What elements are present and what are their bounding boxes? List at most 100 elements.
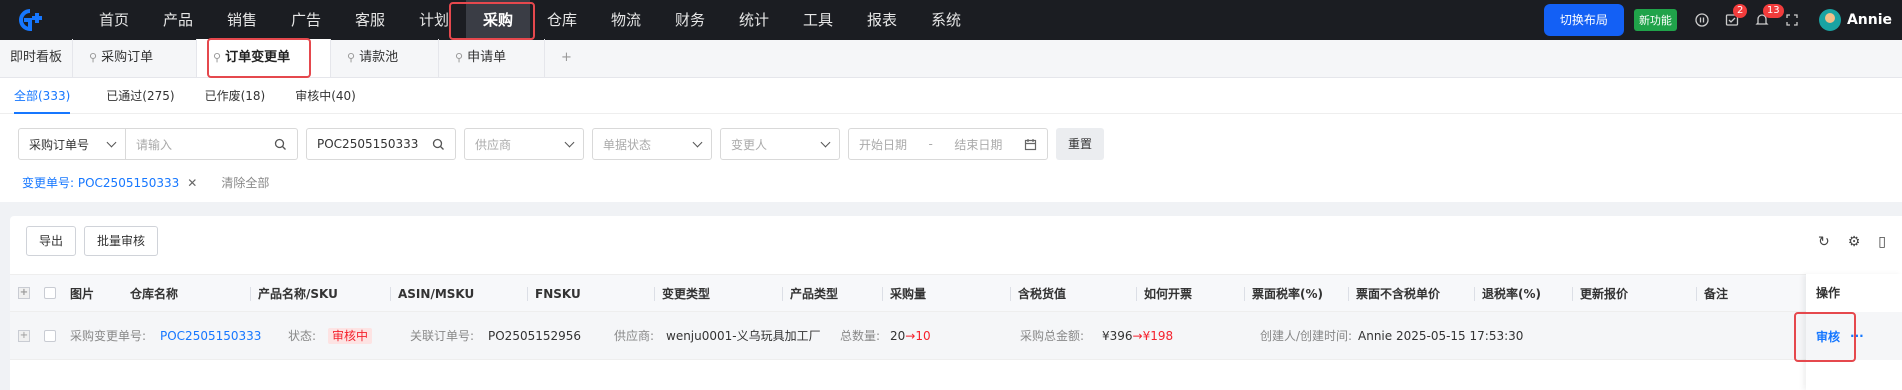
nav-sales[interactable]: 销售	[210, 0, 274, 40]
date-range-picker[interactable]: 开始日期 - 结束日期	[848, 128, 1048, 160]
tab-label: 采购订单	[101, 50, 154, 65]
avatar[interactable]	[1818, 9, 1841, 31]
order-no[interactable]: PO2505152956	[488, 312, 581, 360]
review-button[interactable]: 审核	[1816, 328, 1840, 345]
nav-ads[interactable]: 广告	[274, 0, 338, 40]
tab-label: 订单变更单	[225, 50, 291, 65]
status-tab-reviewing[interactable]: 审核中(40)	[295, 78, 356, 114]
gear-icon[interactable]: ⚙	[1848, 234, 1861, 250]
search-icon[interactable]	[432, 138, 445, 151]
expand-all-icon[interactable]: +	[18, 287, 30, 299]
logo-icon	[19, 9, 42, 32]
pin-icon: ⚲	[455, 51, 464, 64]
tab-payment-pool[interactable]: ⚲ 请款池	[331, 39, 440, 77]
status-tab-all[interactable]: 全部(333)	[14, 78, 71, 114]
col-change-type: 变更类型	[653, 275, 710, 313]
nav-purchase[interactable]: 采购	[466, 0, 530, 40]
nav-product[interactable]: 产品	[146, 0, 210, 40]
calendar-icon	[1024, 138, 1037, 150]
search-icon[interactable]	[274, 138, 287, 151]
nav-logistics[interactable]: 物流	[594, 0, 658, 40]
nav-plan[interactable]: 计划	[402, 0, 466, 40]
chevron-down-icon	[564, 137, 575, 147]
col-invoice-method: 如何开票	[1135, 275, 1192, 313]
doc-status-select[interactable]: 单据状态	[592, 128, 712, 160]
select-all-checkbox[interactable]	[44, 287, 56, 299]
table-tools: ↻ ⚙ ▯	[1818, 234, 1886, 250]
creator-info: Annie 2025-05-15 17:53:30	[1358, 329, 1524, 343]
refresh-icon[interactable]: ↻	[1818, 234, 1830, 250]
user-name[interactable]: Annie	[1847, 12, 1892, 28]
end-date[interactable]: 结束日期	[954, 136, 1002, 153]
new-feature-badge[interactable]: 新功能	[1633, 9, 1677, 31]
expand-row-icon[interactable]: +	[18, 330, 30, 342]
change-no-link[interactable]: POC2505150333	[160, 312, 261, 360]
pin-icon: ⚲	[213, 51, 222, 64]
book-icon[interactable]: ▯	[1878, 234, 1886, 250]
close-icon[interactable]: ✕	[187, 176, 197, 190]
chevron-down-icon	[692, 137, 703, 147]
col-image: 图片	[70, 287, 95, 301]
amount-label: 采购总金额:	[1020, 329, 1085, 343]
active-filter-row: 变更单号: POC2505150333 ✕ 清除全部	[22, 174, 269, 191]
export-button[interactable]: 导出	[26, 226, 77, 256]
nav-warehouse[interactable]: 仓库	[530, 0, 594, 40]
nav-service[interactable]: 客服	[338, 0, 402, 40]
tab-label: 即时看板	[10, 50, 63, 65]
chevron-down-icon	[106, 137, 117, 147]
tab-purchase-order[interactable]: ⚲ 采购订单	[73, 39, 198, 77]
nav-tools[interactable]: 工具	[786, 0, 850, 40]
row-actions: 审核 ···	[1806, 312, 1902, 360]
col-asin-msku: ASIN/MSKU	[389, 275, 474, 313]
toolbar: 导出 批量审核	[26, 226, 159, 256]
chevron-down-icon	[820, 137, 831, 147]
col-refund-rate: 退税率(%)	[1474, 275, 1541, 313]
col-warehouse: 仓库名称	[130, 287, 179, 301]
status-tabs: 全部(333) 已通过(275) 已作废(18) 审核中(40)	[0, 78, 1902, 114]
nav-reports[interactable]: 报表	[850, 0, 914, 40]
change-no-search-input[interactable]: POC2505150333	[306, 128, 456, 160]
reset-button[interactable]: 重置	[1056, 128, 1105, 160]
field-input[interactable]: 请输入	[126, 128, 298, 160]
nav-finance[interactable]: 财务	[658, 0, 722, 40]
tab-application[interactable]: ⚲ 申请单	[439, 39, 546, 77]
qty-label: 总数量:	[840, 329, 881, 343]
changer-select[interactable]: 变更人	[720, 128, 840, 160]
main-nav: 首页 产品 销售 广告 客服 计划 采购 仓库 物流 财务 统计 工具 报表 系…	[82, 0, 978, 40]
status-label: 状态:	[288, 329, 317, 343]
row-checkbox[interactable]	[44, 330, 56, 342]
tab-label: 申请单	[467, 50, 507, 65]
top-right-tools: 切换布局 新功能 2 13 Annie	[1543, 0, 1902, 40]
nav-statistics[interactable]: 统计	[722, 0, 786, 40]
col-product-type: 产品类型	[781, 275, 838, 313]
bell-icon[interactable]: 13	[1749, 0, 1784, 40]
status-tab-voided[interactable]: 已作废(18)	[205, 78, 266, 114]
filter-panel: 全部(333) 已通过(275) 已作废(18) 审核中(40) 采购订单号 请…	[0, 78, 1902, 202]
pause-icon[interactable]	[1689, 0, 1715, 40]
more-actions-icon[interactable]: ···	[1850, 329, 1864, 343]
status-tab-approved[interactable]: 已通过(275)	[106, 78, 174, 114]
tab-label: 请款池	[359, 50, 399, 65]
col-operations: 操作	[1816, 286, 1841, 300]
amount-change: ¥396→¥198	[1102, 329, 1174, 343]
nav-home[interactable]: 首页	[82, 0, 146, 40]
app-logo[interactable]	[0, 0, 60, 40]
supplier-select[interactable]: 供应商	[464, 128, 584, 160]
switch-layout-button[interactable]: 切换布局	[1543, 4, 1624, 36]
batch-review-button[interactable]: 批量审核	[84, 226, 159, 256]
field-select[interactable]: 采购订单号	[18, 128, 126, 160]
table-row[interactable]: + 采购变更单号: POC2505150333 状态: 审核中 关联订单号: P…	[10, 312, 1902, 360]
status-cell: 审核中	[328, 312, 373, 360]
tab-order-change[interactable]: ⚲ 订单变更单	[197, 39, 332, 77]
task-icon[interactable]: 2	[1719, 0, 1748, 40]
tab-dashboard[interactable]: 即时看板	[0, 39, 74, 77]
col-remark: 备注	[1695, 275, 1728, 313]
add-tab-button[interactable]: +	[545, 39, 588, 77]
clear-all-link[interactable]: 清除全部	[221, 174, 269, 191]
nav-system[interactable]: 系统	[914, 0, 978, 40]
start-date[interactable]: 开始日期	[859, 136, 907, 153]
filter-row: 采购订单号 请输入 POC2505150333 供应商 单据状态 变更人 开始日…	[18, 128, 1105, 160]
fullscreen-icon[interactable]	[1779, 0, 1805, 40]
pin-icon: ⚲	[347, 51, 356, 64]
operations-column: 操作 审核 ···	[1806, 274, 1902, 390]
